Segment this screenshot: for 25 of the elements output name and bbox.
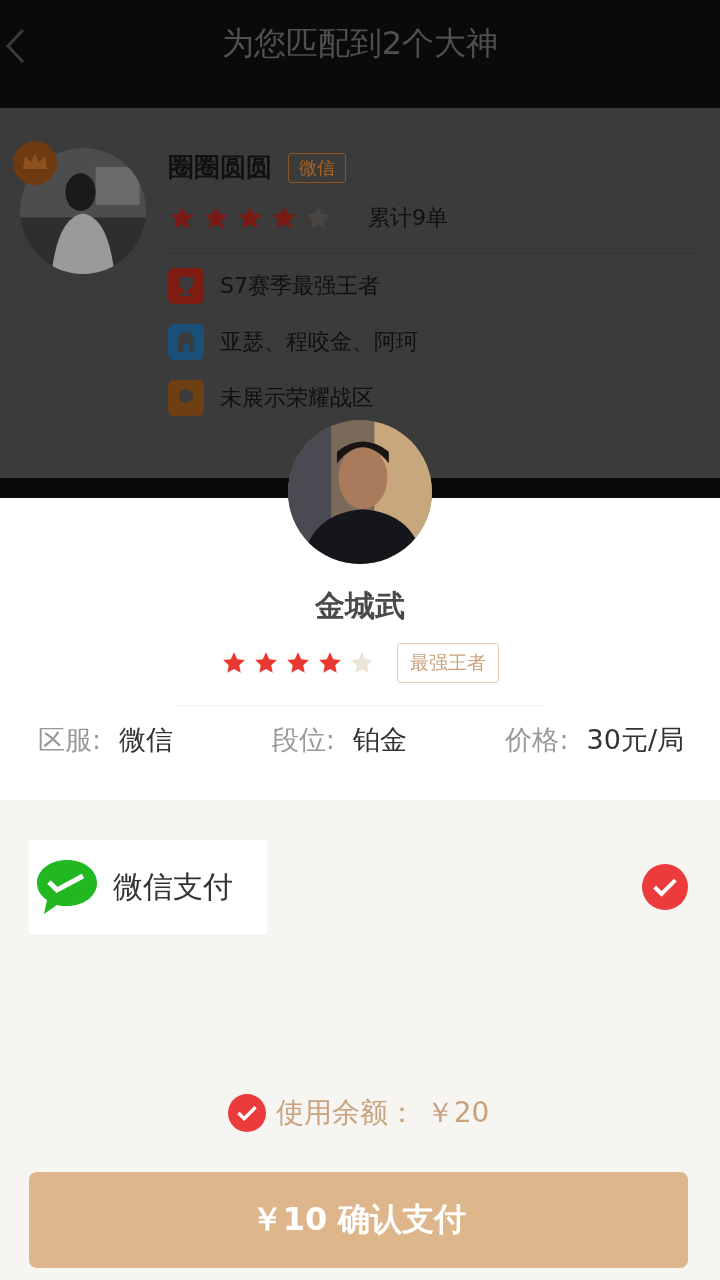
player-name: 金城武 [315, 587, 405, 625]
star-icon [221, 650, 247, 676]
info-value: 30元/局 [586, 723, 684, 757]
chat-bubble-icon [35, 858, 99, 916]
payment-option[interactable]: 微信支付 [29, 840, 267, 934]
info-label: 区服: [38, 723, 102, 757]
check-icon[interactable] [227, 1094, 266, 1132]
page-title: 为您匹配到2个大神 [220, 23, 500, 64]
info-value: 微信 [119, 723, 174, 757]
medal-icon [168, 380, 204, 416]
check-icon[interactable] [642, 864, 688, 910]
server-tag: 微信 [288, 152, 346, 183]
info-value: 铂金 [352, 723, 407, 757]
info-label: 价格: [505, 723, 569, 757]
balance-amount: ￥20 [425, 1095, 490, 1131]
star-icon [317, 650, 343, 676]
crown-icon [12, 140, 58, 186]
info-label: 段位: [271, 723, 335, 757]
trophy-icon [168, 268, 204, 304]
helmet-icon [168, 324, 204, 360]
star-icon [285, 650, 311, 676]
balance-label: 使用余额： [275, 1095, 416, 1131]
rank-badge: 最强王者 [397, 643, 499, 683]
star-icon [253, 650, 279, 676]
star-icon [349, 650, 375, 676]
